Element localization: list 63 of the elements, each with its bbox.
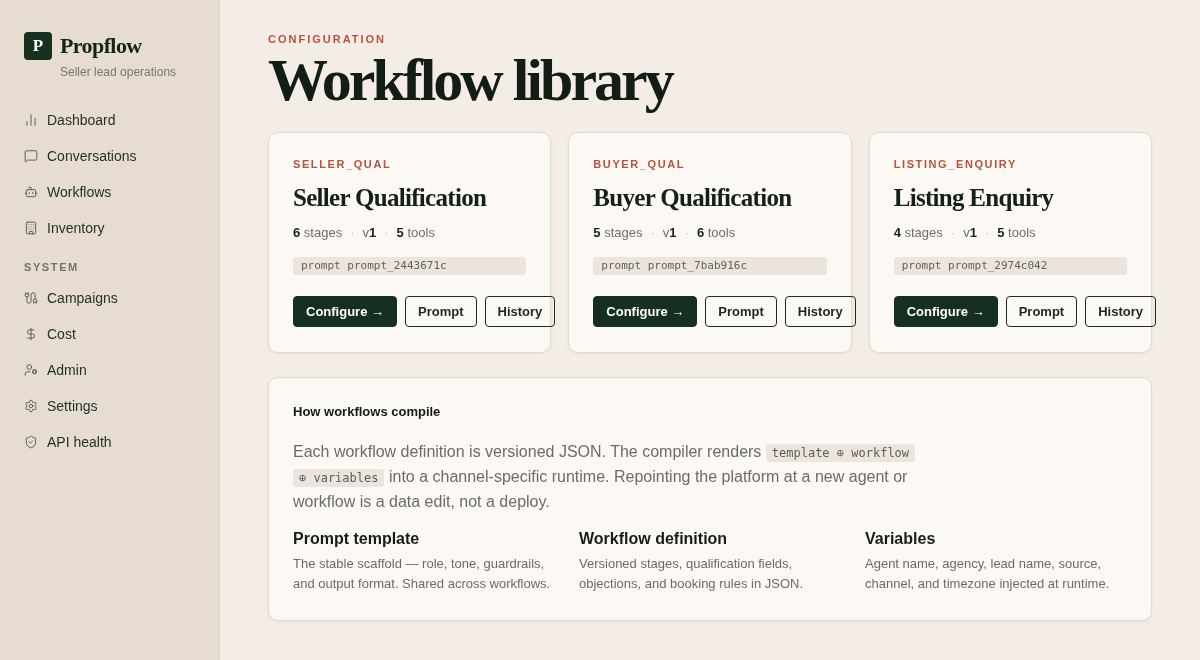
workflow-title: Seller Qualification xyxy=(293,183,488,213)
workflow-title: Listing Enquiry xyxy=(893,183,1055,213)
configure-button[interactable]: Configure → xyxy=(893,296,998,327)
workflow-key: SELLER_QUAL xyxy=(293,157,527,171)
robot-icon xyxy=(24,185,38,199)
info-column-text: Versioned stages, qualification fields, objections, and booking rules in JSON. xyxy=(579,555,804,593)
workflow-stat: 6 tools xyxy=(696,224,736,242)
sidebar-item[interactable]: Campaigns xyxy=(24,280,203,316)
prompt-id-chip: prompt prompt_2974c042 xyxy=(893,257,1127,275)
secondary-button[interactable]: Prompt xyxy=(405,296,477,327)
meta-separator: · xyxy=(950,224,956,242)
secondary-button[interactable]: History xyxy=(784,296,856,327)
workflow-stat: 5 tools xyxy=(396,224,435,242)
shield-check-icon xyxy=(24,435,38,449)
meta-separator: · xyxy=(984,224,990,242)
dollar-icon xyxy=(24,327,38,341)
workflow-stat: 5 stages xyxy=(593,224,643,242)
secondary-button[interactable]: History xyxy=(1085,296,1156,327)
meta-separator: · xyxy=(384,224,389,242)
secondary-button[interactable]: Prompt xyxy=(705,296,777,327)
nav-section-heading: SYSTEM xyxy=(24,260,80,275)
sidebar-item[interactable]: Admin xyxy=(24,352,203,388)
secondary-button[interactable]: Prompt xyxy=(1005,296,1078,327)
info-title: How workflows compile xyxy=(293,403,442,421)
prompt-id-chip: prompt prompt_7bab916c xyxy=(593,257,827,275)
info-column-title: Workflow definition xyxy=(579,529,729,549)
sidebar-item[interactable]: Settings xyxy=(24,388,203,424)
info-column-title: Prompt template xyxy=(293,529,421,549)
workflow-key: BUYER_QUAL xyxy=(593,157,827,171)
secondary-button[interactable]: History xyxy=(484,296,556,327)
workflow-stat: 5 tools xyxy=(997,224,1036,242)
chat-bubble-icon xyxy=(24,149,38,163)
cable-icon xyxy=(24,291,38,305)
sidebar-item[interactable]: Dashboard xyxy=(24,102,203,138)
logo-mark: P xyxy=(24,32,52,60)
brand-name: Propflow xyxy=(60,33,142,59)
sidebar-item[interactable]: API health xyxy=(24,424,203,460)
configure-button[interactable]: Configure → xyxy=(293,296,397,327)
meta-separator: · xyxy=(650,224,655,242)
workflow-stat: 6 stages xyxy=(293,224,343,242)
workflow-key: LISTING_ENQUIRY xyxy=(893,157,1127,171)
sidebar-item[interactable]: Conversations xyxy=(24,138,203,174)
bar-chart-icon xyxy=(24,113,38,127)
workflow-stat: v1 xyxy=(963,224,977,242)
building-icon xyxy=(24,221,38,235)
prompt-id-chip: prompt prompt_2443671c xyxy=(293,257,527,275)
configure-button[interactable]: Configure → xyxy=(593,296,698,327)
meta-separator: · xyxy=(350,224,355,242)
user-gear-icon xyxy=(24,363,38,377)
page-eyebrow: CONFIGURATION xyxy=(268,32,388,46)
workflow-stat: v1 xyxy=(362,224,377,242)
workflow-title: Buyer Qualification xyxy=(593,183,793,213)
sidebar-item[interactable]: Inventory xyxy=(24,210,203,246)
workflow-stat: v1 xyxy=(662,224,677,242)
sidebar-item[interactable]: Cost xyxy=(24,316,203,352)
info-column-title: Variables xyxy=(865,529,937,549)
sidebar-item[interactable]: Workflows xyxy=(24,174,203,210)
info-column-text: Agent name, agency, lead name, source, channel, and timezone injected at runtime. xyxy=(865,555,1111,593)
meta-separator: · xyxy=(684,224,689,242)
info-column-text: The stable scaffold — role, tone, guardrails, and output format. Shared across workflows. xyxy=(293,555,552,593)
workflow-stat: 4 stages xyxy=(893,224,943,242)
brand-tagline: Seller lead operations xyxy=(60,64,178,80)
settings-icon xyxy=(24,399,38,413)
